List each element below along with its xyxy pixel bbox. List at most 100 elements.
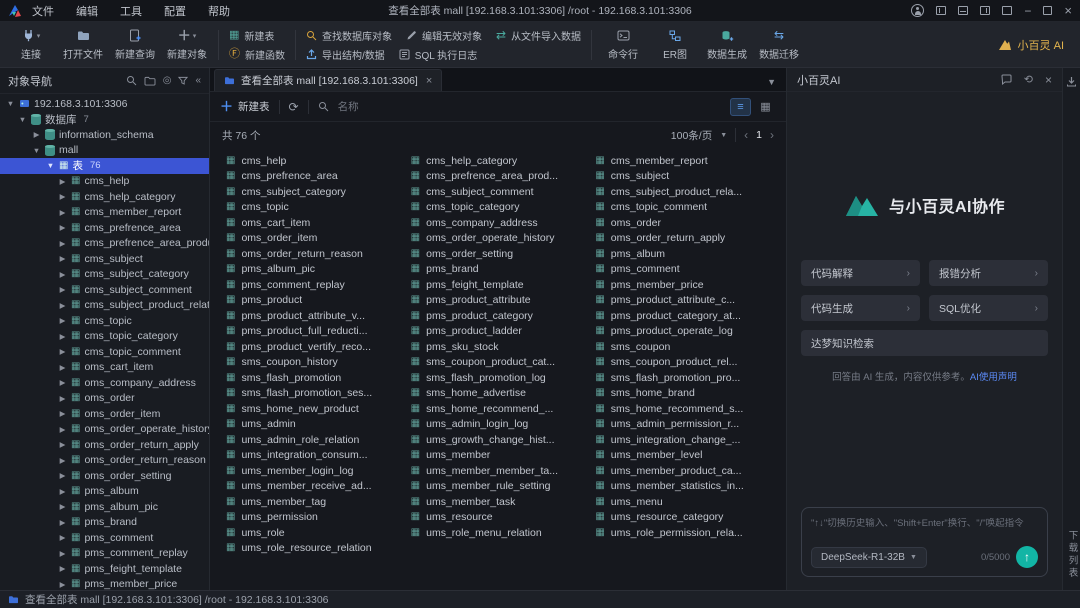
table-grid-item[interactable]: ▦ oms_order_item [226, 231, 411, 247]
table-grid-item[interactable]: ▦ pms_product_full_reducti... [226, 324, 411, 340]
connect-button[interactable]: ▾ 连接 [10, 25, 52, 65]
tree-table-item[interactable]: ▶ ▦ cms_subject_category [0, 267, 209, 283]
table-grid-item[interactable]: ▦ ums_member_product_ca... [595, 463, 780, 479]
table-grid-item[interactable]: ▦ cms_prefrence_area [226, 169, 411, 185]
tree-table-item[interactable]: ▶ ▦ cms_topic_comment [0, 344, 209, 360]
table-grid-item[interactable]: ▦ cms_subject_comment [411, 184, 596, 200]
table-grid-item[interactable]: ▦ pms_product_category [411, 308, 596, 324]
maximize-button[interactable] [1043, 6, 1052, 15]
table-grid-item[interactable]: ▦ sms_coupon_product_rel... [595, 355, 780, 371]
table-grid-item[interactable]: ▦ pms_feight_template [411, 277, 596, 293]
export-structure-button[interactable]: 导出结构/数据 [306, 47, 385, 62]
send-button[interactable]: ↑ [1016, 546, 1038, 568]
table-grid-item[interactable]: ▦ ums_integration_consum... [226, 448, 411, 464]
close-panel-icon[interactable]: × [1045, 73, 1052, 87]
table-grid-item[interactable]: ▦ ums_admin_login_log [411, 417, 596, 433]
layout-left-panel-icon[interactable] [936, 6, 946, 15]
table-grid-item[interactable]: ▦ ums_member_task [411, 494, 596, 510]
table-grid-item[interactable]: ▦ ums_member_tag [226, 494, 411, 510]
table-grid-item[interactable]: ▦ ums_admin_permission_r... [595, 417, 780, 433]
sql-log-button[interactable]: SQL 执行日志 [399, 47, 477, 62]
table-grid-item[interactable]: ▦ ums_admin [226, 417, 411, 433]
table-grid-item[interactable]: ▦ sms_home_advertise [411, 386, 596, 402]
table-grid-item[interactable]: ▦ pms_comment [595, 262, 780, 278]
tree-table-item[interactable]: ▶ ▦ cms_prefrence_area_produc... [0, 236, 209, 252]
table-grid-item[interactable]: ▦ pms_album [595, 246, 780, 262]
table-grid-item[interactable]: ▦ ums_integration_change_... [595, 432, 780, 448]
tree-table-item[interactable]: ▶ ▦ oms_order_operate_history [0, 422, 209, 438]
table-grid-item[interactable]: ▦ pms_comment_replay [226, 277, 411, 293]
tree-db-information-schema[interactable]: ▶ information_schema [0, 127, 209, 143]
tab-close-icon[interactable]: × [426, 75, 432, 87]
ai-usage-statement-link[interactable]: AI使用声明 [970, 372, 1017, 383]
tree-table-item[interactable]: ▶ ▦ pms_member_price [0, 577, 209, 591]
collapse-sidebar-icon[interactable]: « [195, 75, 201, 86]
new-folder-icon[interactable] [144, 76, 156, 86]
table-grid-item[interactable]: ▦ ums_permission [226, 510, 411, 526]
new-table-button[interactable]: ▦新建表 [229, 28, 285, 43]
import-from-file-button[interactable]: ⇄ 从文件导入数据 [496, 28, 581, 43]
close-button[interactable]: × [1064, 3, 1072, 18]
tree-table-item[interactable]: ▶ ▦ cms_topic [0, 313, 209, 329]
table-grid-item[interactable]: ▦ ums_role_resource_relation [226, 541, 411, 557]
table-grid-item[interactable]: ▦ sms_coupon_history [226, 355, 411, 371]
tree-server-node[interactable]: ▼ 192.168.3.101:3306 [0, 96, 209, 112]
table-grid-item[interactable]: ▦ ums_menu [595, 494, 780, 510]
table-search-input[interactable] [338, 101, 408, 113]
command-line-button[interactable]: 命令行 [602, 25, 644, 65]
tree-table-item[interactable]: ▶ ▦ pms_comment [0, 530, 209, 546]
table-grid-item[interactable]: ▦ pms_product_attribute_v... [226, 308, 411, 324]
table-grid-item[interactable]: ▦ oms_order_return_apply [595, 231, 780, 247]
table-grid-item[interactable]: ▦ sms_home_brand [595, 386, 780, 402]
tree-table-item[interactable]: ▶ ▦ cms_member_report [0, 205, 209, 221]
table-grid-item[interactable]: ▦ pms_product_vertify_reco... [226, 339, 411, 355]
table-grid-item[interactable]: ▦ pms_sku_stock [411, 339, 596, 355]
new-object-button[interactable]: ＋▾ 新建对象 [166, 25, 208, 65]
table-grid-item[interactable]: ▦ ums_growth_change_hist... [411, 432, 596, 448]
table-grid-item[interactable]: ▦ cms_topic_comment [595, 200, 780, 216]
table-grid-item[interactable]: ▦ ums_member_receive_ad... [226, 479, 411, 495]
tree-tables-node-selected[interactable]: ▼ ▦ 表 76 [0, 158, 209, 174]
tree-table-item[interactable]: ▶ ▦ oms_order_return_apply [0, 437, 209, 453]
tree-table-item[interactable]: ▶ ▦ cms_help [0, 174, 209, 190]
new-function-button[interactable]: Ⓕ新建函数 [229, 47, 285, 62]
table-grid-item[interactable]: ▦ ums_member_level [595, 448, 780, 464]
data-generate-button[interactable]: 数据生成 [706, 25, 748, 65]
table-grid-item[interactable]: ▦ oms_order [595, 215, 780, 231]
menu-item[interactable]: 编辑 [76, 3, 98, 19]
table-grid-item[interactable]: ▦ ums_role [226, 525, 411, 541]
download-icon[interactable] [1066, 76, 1077, 87]
user-avatar[interactable] [911, 4, 924, 17]
tab-list-chevron-icon[interactable]: ▼ [757, 77, 786, 91]
tree-table-item[interactable]: ▶ ▦ pms_album_pic [0, 499, 209, 515]
menu-item[interactable]: 文件 [32, 3, 54, 19]
table-grid-item[interactable]: ▦ pms_product_attribute [411, 293, 596, 309]
table-grid-item[interactable]: ▦ sms_coupon_product_cat... [411, 355, 596, 371]
table-grid-item[interactable]: ▦ oms_order_return_reason [226, 246, 411, 262]
table-grid-item[interactable]: ▦ sms_home_recommend_... [411, 401, 596, 417]
data-migrate-button[interactable]: ⇆ 数据迁移 [758, 25, 800, 65]
table-grid-item[interactable]: ▦ ums_resource_category [595, 510, 780, 526]
table-grid-item[interactable]: ▦ ums_member_member_ta... [411, 463, 596, 479]
table-grid-item[interactable]: ▦ sms_home_new_product [226, 401, 411, 417]
tree-table-item[interactable]: ▶ ▦ oms_order_setting [0, 468, 209, 484]
ai-prompt-input[interactable] [811, 518, 1038, 529]
tree-table-item[interactable]: ▶ ▦ cms_prefrence_area [0, 220, 209, 236]
history-icon[interactable]: ⟲ [1024, 73, 1033, 86]
table-grid-item[interactable]: ▦ pms_product_attribute_c... [595, 293, 780, 309]
list-view-toggle[interactable]: ≡ [730, 98, 751, 116]
tree-table-item[interactable]: ▶ ▦ oms_order_item [0, 406, 209, 422]
table-grid-item[interactable]: ▦ ums_role_permission_rela... [595, 525, 780, 541]
menu-item[interactable]: 帮助 [208, 3, 230, 19]
table-grid-item[interactable]: ▦ sms_flash_promotion_log [411, 370, 596, 386]
edit-invalid-object-button[interactable]: 编辑无效对象 [406, 28, 482, 43]
table-grid-item[interactable]: ▦ ums_member [411, 448, 596, 464]
new-chat-icon[interactable] [1001, 74, 1012, 85]
grid-view-toggle[interactable]: ▦ [755, 98, 776, 116]
table-grid-item[interactable]: ▦ ums_role_menu_relation [411, 525, 596, 541]
table-grid-item[interactable]: ▦ pms_product [226, 293, 411, 309]
filter-icon[interactable] [178, 76, 188, 86]
ai-input-box[interactable]: DeepSeek-R1-32B ▼ 0/5000 ↑ [801, 507, 1048, 577]
table-grid-item[interactable]: ▦ pms_product_category_at... [595, 308, 780, 324]
download-list-label[interactable]: 下载列表 [1065, 530, 1079, 580]
